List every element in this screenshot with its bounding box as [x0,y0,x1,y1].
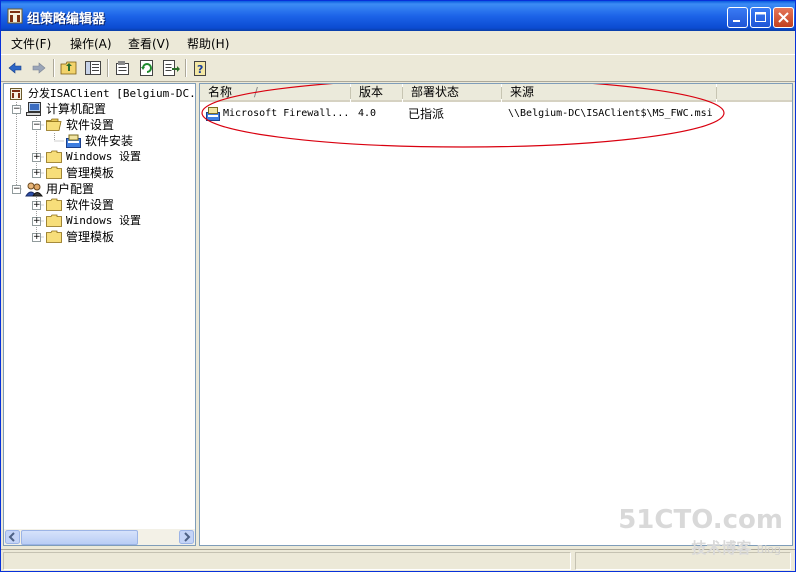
status-panel-main [3,552,571,570]
watermark-logo: 51CTO.com [618,505,783,535]
folder-icon [46,150,62,163]
export-list-icon[interactable] [161,58,181,78]
maximize-icon [755,12,766,22]
policy-editor-icon [7,8,23,24]
folder-open-icon [46,118,62,131]
details-pane[interactable]: 名称 / 版本 部署状态 来源 Microsoft Firewall... 4.… [199,83,793,546]
toolbar-separator [53,59,55,77]
menu-view[interactable]: 查看(V) [128,35,170,52]
computer-icon [26,102,41,116]
tree-uc-windows[interactable]: Windows 设置 [66,213,141,229]
maximize-button[interactable] [750,7,771,28]
collapse-cc-software[interactable]: − [32,121,41,130]
expand-uc-software[interactable]: + [32,201,41,210]
close-icon [778,12,789,23]
tree-cc-templates[interactable]: 管理模板 [66,165,114,181]
tree-cc-software[interactable]: 软件设置 [66,117,114,133]
tree-user-config[interactable]: 用户配置 [46,181,94,197]
expand-cc-templates[interactable]: + [32,169,41,178]
tree-uc-software[interactable]: 软件设置 [66,197,114,213]
svg-text:?: ? [197,63,203,76]
expand-cc-windows[interactable]: + [32,153,41,162]
tree-cc-windows[interactable]: Windows 设置 [66,149,141,165]
scroll-left-icon[interactable] [5,530,20,544]
menu-action[interactable]: 操作(A) [70,35,112,52]
folder-icon [46,230,62,243]
scroll-right-icon[interactable] [179,530,194,544]
highlight-ellipse [201,84,725,148]
expand-uc-windows[interactable]: + [32,217,41,226]
tree-hscrollbar[interactable] [4,529,195,545]
tree-cc-software-install[interactable]: 软件安装 [85,133,134,149]
folder-icon [46,214,62,227]
toolbar-separator [107,59,109,77]
status-bar [1,549,795,571]
folder-icon [46,166,62,179]
collapse-user-config[interactable]: − [12,185,21,194]
forward-arrow-icon[interactable] [29,58,49,78]
software-install-icon [66,134,81,148]
menu-file[interactable]: 文件(F) [11,35,51,52]
watermark-subtitle: 技术博客 Blog [691,539,781,557]
tree-uc-templates[interactable]: 管理模板 [66,229,114,245]
show-hide-tree-icon[interactable] [83,58,103,78]
gpo-editor-window: 组策略编辑器 文件(F) 操作(A) 查看(V) 帮助(H) ? 分发ISACl… [0,0,796,572]
expand-uc-templates[interactable]: + [32,233,41,242]
help-icon[interactable]: ? [191,58,211,78]
window-title: 组策略编辑器 [27,12,106,27]
folder-icon [46,198,62,211]
collapse-computer-config[interactable]: − [12,105,21,114]
minimize-icon [733,20,740,22]
refresh-icon[interactable] [137,58,157,78]
toolbar: ? [1,54,795,82]
users-icon [25,182,43,197]
up-one-level-icon[interactable] [59,58,79,78]
title-bar[interactable]: 组策略编辑器 [1,1,795,31]
toolbar-separator [185,59,187,77]
menu-help[interactable]: 帮助(H) [187,35,229,52]
back-arrow-icon[interactable] [5,58,25,78]
scroll-thumb[interactable] [21,530,138,545]
properties-icon[interactable] [113,58,133,78]
minimize-button[interactable] [727,7,748,28]
menu-bar: 文件(F) 操作(A) 查看(V) 帮助(H) [1,31,795,53]
tree-computer-config[interactable]: 计算机配置 [46,101,106,117]
tree-pane[interactable]: 分发ISAClient [Belgium-DC.zb − 计算机配置 − 软件设… [3,83,196,546]
close-button[interactable] [773,7,794,28]
